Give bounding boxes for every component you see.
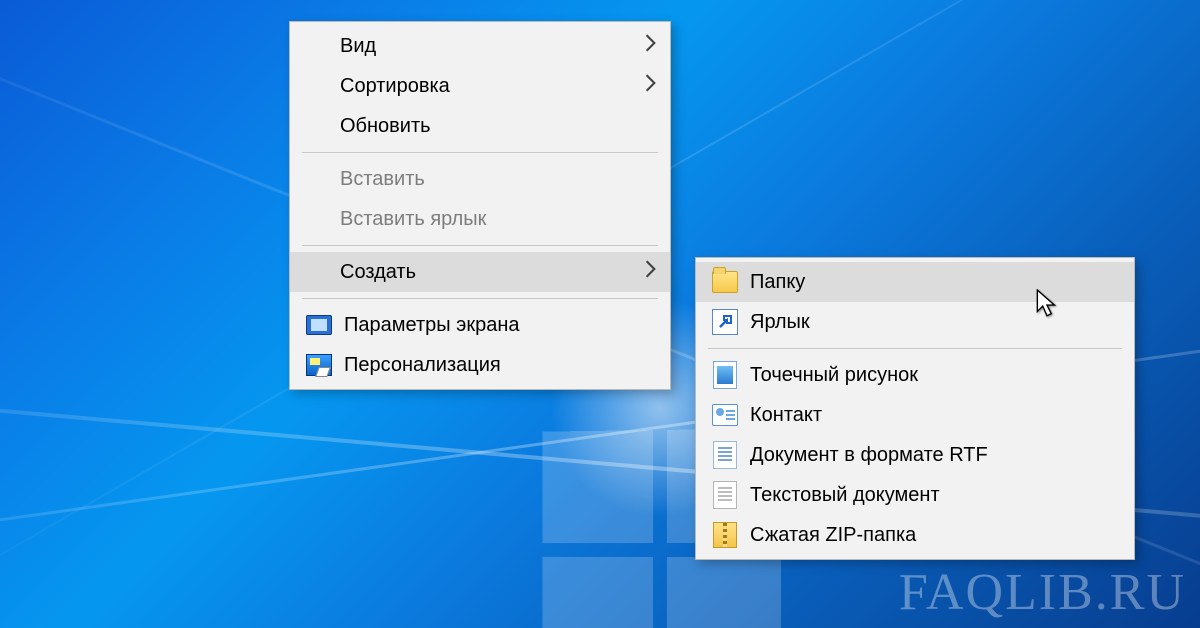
menu-item-label: Параметры экрана	[344, 314, 656, 337]
menu-item-label: Сортировка	[340, 75, 640, 98]
menu-separator	[302, 245, 658, 246]
menu-item-label: Сжатая ZIP-папка	[750, 524, 1120, 547]
desktop-context-menu: Вид Сортировка Обновить Вставить Вставит…	[289, 21, 671, 390]
menu-item-label: Папку	[750, 271, 1120, 294]
menu-item-display-settings[interactable]: Параметры экрана	[290, 305, 670, 345]
desktop-background[interactable]: Вид Сортировка Обновить Вставить Вставит…	[0, 0, 1200, 628]
submenu-item-rtf[interactable]: Документ в формате RTF	[696, 435, 1134, 475]
zip-file-icon	[712, 522, 738, 548]
menu-item-label: Вставить ярлык	[340, 208, 656, 231]
menu-item-paste: Вставить	[290, 159, 670, 199]
menu-item-refresh[interactable]: Обновить	[290, 106, 670, 146]
chevron-right-icon	[640, 34, 656, 58]
shortcut-icon	[712, 309, 738, 335]
menu-item-paste-shortcut: Вставить ярлык	[290, 199, 670, 239]
display-settings-icon	[306, 312, 332, 338]
submenu-item-shortcut[interactable]: Ярлык	[696, 302, 1134, 342]
create-submenu: Папку Ярлык Точечный рисунок Контакт Док…	[695, 257, 1135, 560]
menu-separator	[302, 152, 658, 153]
menu-item-personalize[interactable]: Персонализация	[290, 345, 670, 385]
menu-item-label: Создать	[340, 261, 640, 284]
menu-separator	[302, 298, 658, 299]
menu-item-label: Ярлык	[750, 311, 1120, 334]
menu-item-label: Контакт	[750, 404, 1120, 427]
personalize-icon	[306, 352, 332, 378]
submenu-item-zip[interactable]: Сжатая ZIP-папка	[696, 515, 1134, 555]
menu-item-label: Обновить	[340, 115, 656, 138]
menu-item-view[interactable]: Вид	[290, 26, 670, 66]
rtf-file-icon	[712, 442, 738, 468]
watermark-text: FAQLIB.RU	[899, 563, 1186, 622]
menu-item-label: Точечный рисунок	[750, 364, 1120, 387]
menu-separator	[708, 348, 1122, 349]
bitmap-file-icon	[712, 362, 738, 388]
menu-item-label: Документ в формате RTF	[750, 444, 1120, 467]
submenu-item-txt[interactable]: Текстовый документ	[696, 475, 1134, 515]
menu-item-label: Вид	[340, 35, 640, 58]
submenu-item-contact[interactable]: Контакт	[696, 395, 1134, 435]
menu-item-create[interactable]: Создать	[290, 252, 670, 292]
submenu-item-folder[interactable]: Папку	[696, 262, 1134, 302]
menu-item-label: Вставить	[340, 168, 656, 191]
menu-item-label: Персонализация	[344, 354, 656, 377]
contact-file-icon	[712, 402, 738, 428]
menu-item-label: Текстовый документ	[750, 484, 1120, 507]
chevron-right-icon	[640, 74, 656, 98]
menu-item-sort[interactable]: Сортировка	[290, 66, 670, 106]
folder-icon	[712, 269, 738, 295]
text-file-icon	[712, 482, 738, 508]
submenu-item-bitmap[interactable]: Точечный рисунок	[696, 355, 1134, 395]
chevron-right-icon	[640, 260, 656, 284]
